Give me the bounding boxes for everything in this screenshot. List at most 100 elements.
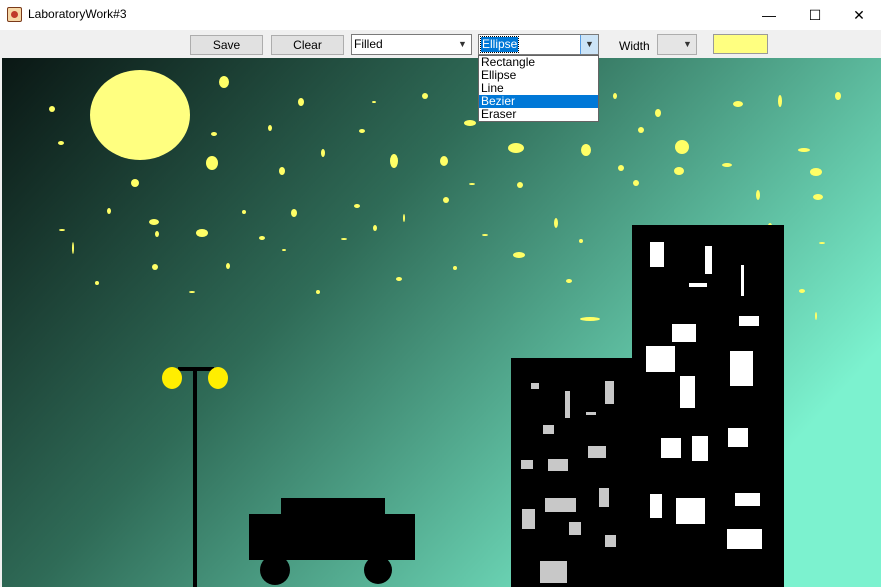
star xyxy=(508,143,524,153)
star xyxy=(268,125,272,131)
car-wheel-front xyxy=(260,555,290,585)
star xyxy=(390,154,398,168)
star xyxy=(566,279,572,283)
fill-mode-select[interactable]: Filled ▼ xyxy=(351,34,472,55)
building-window xyxy=(588,446,606,458)
star xyxy=(778,95,782,107)
toolbar: Save Clear Filled ▼ Ellipse ▼ Width ▼ xyxy=(0,30,881,58)
lamp-light-right xyxy=(208,367,228,389)
lamp-arm xyxy=(178,367,214,371)
star xyxy=(613,93,617,99)
star xyxy=(279,167,285,175)
fill-mode-value: Filled xyxy=(354,37,383,51)
maximize-button[interactable]: ☐ xyxy=(792,0,838,30)
building-window xyxy=(739,316,759,326)
width-select[interactable]: ▼ xyxy=(657,34,697,55)
star xyxy=(464,120,476,126)
chevron-down-icon: ▼ xyxy=(580,35,598,54)
shape-select[interactable]: Ellipse ▼ xyxy=(478,34,599,55)
star xyxy=(733,101,743,107)
building-window xyxy=(741,265,744,296)
building-window xyxy=(605,535,616,547)
width-label: Width xyxy=(619,39,650,53)
star xyxy=(722,163,732,167)
star xyxy=(58,141,64,145)
building-window xyxy=(676,498,705,524)
building-window xyxy=(605,381,614,404)
building-window xyxy=(650,494,662,518)
building-window xyxy=(728,428,748,447)
star xyxy=(580,317,600,321)
building-window xyxy=(599,488,609,507)
star xyxy=(799,289,805,293)
star xyxy=(618,165,624,171)
building-short-body xyxy=(511,358,639,587)
building-window xyxy=(545,498,576,512)
shape-value: Ellipse xyxy=(479,36,520,53)
star xyxy=(95,281,99,285)
star xyxy=(517,182,523,188)
building-window xyxy=(522,509,535,529)
star xyxy=(226,263,230,269)
star xyxy=(513,252,525,258)
shape-option[interactable]: Eraser xyxy=(479,108,598,121)
building-window xyxy=(646,346,675,372)
building-window xyxy=(548,459,568,471)
building-window xyxy=(735,493,760,506)
star xyxy=(242,210,246,214)
star xyxy=(196,229,208,237)
app-icon xyxy=(7,7,22,22)
star xyxy=(675,140,689,154)
star xyxy=(211,132,217,136)
building-window xyxy=(521,460,533,469)
drawing-canvas[interactable] xyxy=(2,58,881,587)
star xyxy=(298,98,304,106)
star xyxy=(815,312,817,320)
star xyxy=(835,92,841,100)
moon xyxy=(90,70,190,160)
star xyxy=(819,242,825,244)
building-window xyxy=(727,529,762,549)
car-roof xyxy=(281,498,385,516)
building-window xyxy=(540,561,567,583)
star xyxy=(359,129,365,133)
star xyxy=(674,167,684,175)
star xyxy=(403,214,405,222)
minimize-button[interactable]: — xyxy=(746,0,792,30)
building-window xyxy=(689,283,707,287)
star xyxy=(443,197,449,203)
star xyxy=(206,156,218,170)
clear-button[interactable]: Clear xyxy=(271,35,344,55)
star xyxy=(638,127,644,133)
star xyxy=(282,249,286,251)
building-window xyxy=(672,324,696,342)
star xyxy=(810,168,822,176)
color-swatch-button[interactable] xyxy=(713,34,768,54)
building-window xyxy=(565,391,570,418)
save-button[interactable]: Save xyxy=(190,35,263,55)
star xyxy=(756,190,760,200)
building-window xyxy=(586,412,596,415)
star xyxy=(49,106,55,112)
star xyxy=(798,148,810,152)
star xyxy=(422,93,428,99)
chevron-down-icon: ▼ xyxy=(458,39,467,49)
building-window xyxy=(543,425,554,434)
star xyxy=(291,209,297,217)
star xyxy=(155,231,159,237)
lamp-post xyxy=(193,370,197,587)
star xyxy=(59,229,65,231)
star xyxy=(482,234,488,236)
close-button[interactable]: ✕ xyxy=(836,0,881,30)
star xyxy=(259,236,265,240)
star xyxy=(440,156,448,166)
star xyxy=(579,239,583,243)
star xyxy=(655,109,661,117)
building-window xyxy=(650,242,664,267)
shape-dropdown-list: Rectangle Ellipse Line Bezier Eraser xyxy=(478,55,599,122)
scene-svg xyxy=(2,58,881,587)
car-body xyxy=(249,514,415,560)
star xyxy=(316,290,320,294)
star xyxy=(373,225,377,231)
building-window xyxy=(569,522,581,535)
